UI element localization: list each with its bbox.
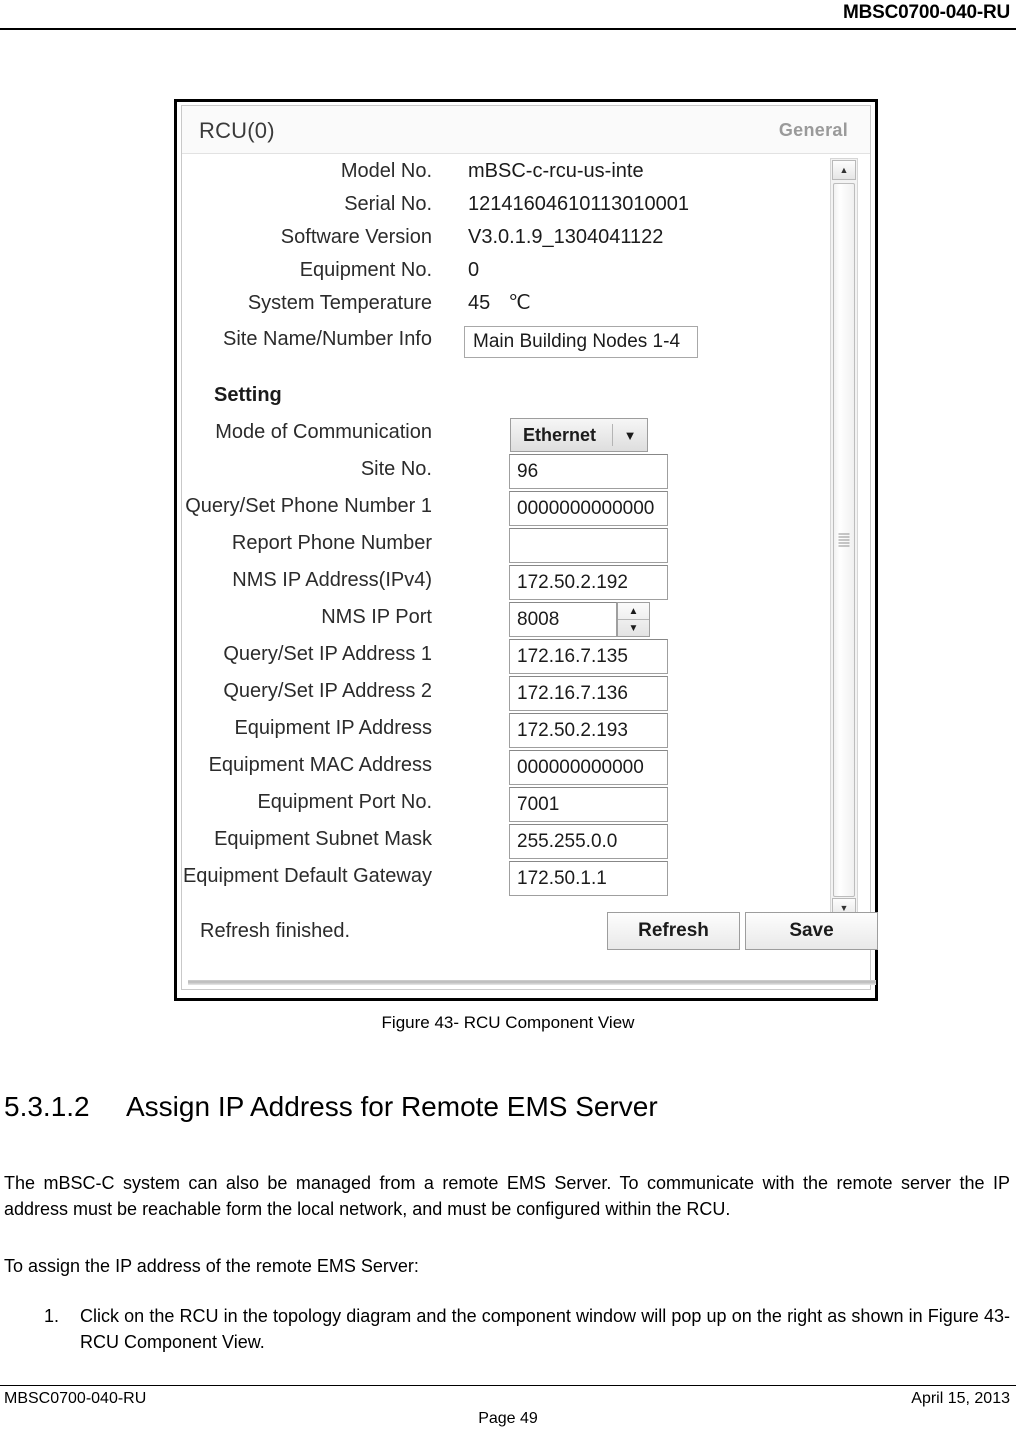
mode-of-communication-select[interactable]: Ethernet ▼ bbox=[510, 418, 648, 452]
save-button[interactable]: Save bbox=[745, 912, 878, 950]
label-equipment-ip-address: Equipment IP Address bbox=[234, 717, 432, 739]
dialog-titlebar: RCU(0) General bbox=[182, 106, 870, 154]
report-phone-number-input[interactable] bbox=[509, 528, 668, 563]
footer-doc-id: MBSC0700-040-RU bbox=[4, 1390, 147, 1407]
label-serial-no: Serial No. bbox=[344, 193, 432, 215]
list-item: 1. Click on the RCU in the topology diag… bbox=[4, 1303, 1010, 1355]
value-serial-no: 12141604610113010001 bbox=[468, 193, 689, 215]
header-divider bbox=[0, 28, 1016, 30]
label-equipment-default-gateway: Equipment Default Gateway bbox=[182, 865, 432, 887]
footer-divider bbox=[0, 1385, 1016, 1386]
scrollbar-grip-icon bbox=[838, 533, 850, 547]
info-row-system-temperature: System Temperature 45 ℃ bbox=[182, 290, 870, 323]
info-row-serial-no: Serial No. 12141604610113010001 bbox=[182, 191, 870, 224]
label-model-no: Model No. bbox=[340, 160, 432, 182]
rcu-dialog: RCU(0) General Model No. mBSC-c-rcu-us-i… bbox=[174, 99, 878, 1001]
setting-section-title: Setting bbox=[214, 384, 282, 406]
refresh-button[interactable]: Refresh bbox=[607, 912, 740, 950]
equipment-mac-address-input[interactable]: 000000000000 bbox=[509, 750, 668, 785]
equipment-default-gateway-input[interactable]: 172.50.1.1 bbox=[509, 861, 668, 896]
label-nms-ip-port: NMS IP Port bbox=[321, 606, 432, 628]
label-mode-of-communication: Mode of Communication bbox=[215, 421, 432, 443]
label-equipment-mac-address: Equipment MAC Address bbox=[208, 754, 432, 776]
tab-general[interactable]: General bbox=[779, 120, 848, 141]
label-equipment-subnet-mask: Equipment Subnet Mask bbox=[214, 828, 432, 850]
query-set-ip-address-2-input[interactable]: 172.16.7.136 bbox=[509, 676, 668, 711]
equipment-ip-address-input[interactable]: 172.50.2.193 bbox=[509, 713, 668, 748]
label-query-set-ip-address-1: Query/Set IP Address 1 bbox=[223, 643, 432, 665]
footer-date: April 15, 2013 bbox=[911, 1390, 1010, 1407]
figure-rcu-component-view: RCU(0) General Model No. mBSC-c-rcu-us-i… bbox=[174, 99, 878, 1001]
rcu-dialog-body: RCU(0) General Model No. mBSC-c-rcu-us-i… bbox=[181, 105, 878, 990]
page-header: MBSC0700-040-RU bbox=[0, 0, 1016, 30]
paragraph-intro: The mBSC-C system can also be managed fr… bbox=[4, 1173, 1010, 1219]
section-heading-number: 5.3.1.2 bbox=[4, 1091, 90, 1122]
info-row-model-no: Model No. mBSC-c-rcu-us-inte bbox=[182, 158, 870, 191]
temperature-unit: ℃ bbox=[508, 292, 531, 314]
info-row-software-version: Software Version V3.0.1.9_1304041122 bbox=[182, 224, 870, 257]
list-item-number: 1. bbox=[44, 1306, 60, 1326]
label-nms-ip-address: NMS IP Address(IPv4) bbox=[232, 569, 432, 591]
label-query-set-phone-number-1: Query/Set Phone Number 1 bbox=[185, 495, 432, 517]
value-system-temperature: 45 ℃ bbox=[468, 290, 531, 316]
section-heading-text: Assign IP Address for Remote EMS Server bbox=[126, 1091, 658, 1122]
value-model-no: mBSC-c-rcu-us-inte bbox=[468, 160, 644, 182]
label-report-phone-number: Report Phone Number bbox=[231, 532, 432, 554]
equipment-subnet-mask-input[interactable]: 255.255.0.0 bbox=[509, 824, 668, 859]
nms-ip-port-stepper[interactable]: ▲ ▼ bbox=[617, 602, 650, 637]
dialog-footer: Refresh finished. Refresh Save bbox=[182, 902, 878, 976]
label-equipment-port-no: Equipment Port No. bbox=[257, 791, 432, 813]
nms-ip-port-input[interactable]: 8008 bbox=[509, 602, 617, 637]
value-software-version: V3.0.1.9_1304041122 bbox=[468, 226, 664, 248]
scrollbar-thumb[interactable] bbox=[833, 183, 855, 897]
site-no-input[interactable]: 96 bbox=[509, 454, 668, 489]
label-site-no: Site No. bbox=[360, 458, 432, 480]
dialog-bottom-shadow bbox=[188, 980, 876, 985]
nms-ip-address-input[interactable]: 172.50.2.192 bbox=[509, 565, 668, 600]
label-software-version: Software Version bbox=[280, 226, 432, 248]
figure-caption: Figure 43- RCU Component View bbox=[381, 1013, 635, 1032]
mode-of-communication-value: Ethernet bbox=[523, 424, 597, 445]
label-system-temperature: System Temperature bbox=[247, 292, 432, 314]
query-set-phone-number-1-input[interactable]: 0000000000000 bbox=[509, 491, 668, 526]
chevron-down-icon: ▼ bbox=[623, 427, 637, 443]
label-equipment-no: Equipment No. bbox=[299, 259, 432, 281]
dialog-title: RCU(0) bbox=[199, 118, 275, 143]
paragraph-lead-in: To assign the IP address of the remote E… bbox=[4, 1256, 419, 1276]
query-set-ip-address-1-input[interactable]: 172.16.7.135 bbox=[509, 639, 668, 674]
value-equipment-no: 0 bbox=[468, 259, 480, 281]
info-row-equipment-no: Equipment No. 0 bbox=[182, 257, 870, 290]
equipment-port-no-input[interactable]: 7001 bbox=[509, 787, 668, 822]
site-name-input[interactable]: Main Building Nodes 1-4 bbox=[464, 326, 698, 358]
label-query-set-ip-address-2: Query/Set IP Address 2 bbox=[223, 680, 432, 702]
stepper-down-icon[interactable]: ▼ bbox=[618, 620, 649, 636]
footer-page-number: Page 49 bbox=[478, 1410, 538, 1427]
vertical-scrollbar[interactable]: ▲ ▼ bbox=[830, 158, 858, 920]
dialog-content: Model No. mBSC-c-rcu-us-inte Serial No. … bbox=[182, 154, 870, 924]
section-heading: 5.3.1.2 Assign IP Address for Remote EMS … bbox=[4, 1091, 658, 1123]
status-message: Refresh finished. bbox=[200, 920, 351, 942]
scroll-up-arrow-icon[interactable]: ▲ bbox=[832, 160, 856, 180]
list-item-text: Click on the RCU in the topology diagram… bbox=[80, 1306, 1010, 1352]
page-header-doc-id: MBSC0700-040-RU bbox=[842, 2, 1010, 23]
temperature-number: 45 bbox=[468, 292, 491, 314]
stepper-up-icon[interactable]: ▲ bbox=[618, 603, 649, 620]
label-site-name: Site Name/Number Info bbox=[223, 328, 432, 350]
ordered-list: 1. Click on the RCU in the topology diag… bbox=[4, 1303, 1010, 1355]
